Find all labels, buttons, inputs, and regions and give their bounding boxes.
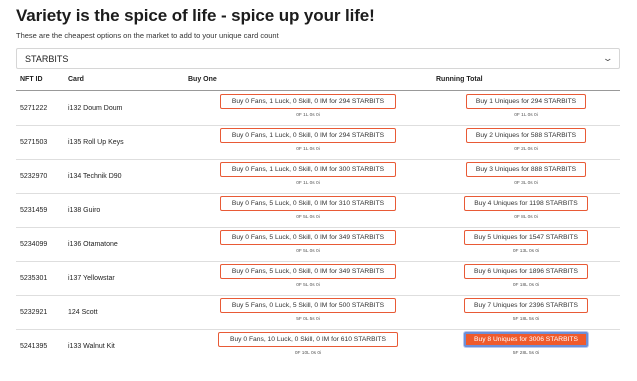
buy-one-summary: 0F 5L 0s 0i <box>296 249 320 254</box>
table-header: NFT ID Card Buy One Running Total <box>16 74 620 91</box>
buy-one-summary: 0F 5L 0s 0i <box>296 283 320 288</box>
nft-id-cell: 5241395 <box>20 343 48 350</box>
nft-id-cell: 5231459 <box>20 207 48 214</box>
buy-one-summary: 0F 1L 0s 0i <box>296 147 320 152</box>
running-total-summary: 0F 13L 0s 0i <box>512 249 540 254</box>
card-name-cell: i137 Yellowstar <box>68 275 115 282</box>
nft-id-cell: 5232921 <box>20 309 48 316</box>
header-nft-id: NFT ID <box>20 76 43 83</box>
buy-one-button[interactable]: Buy 0 Fans, 1 Luck, 0 Skill, 0 IM for 29… <box>220 128 396 143</box>
running-total-button[interactable]: Buy 4 Uniques for 1198 STARBITS <box>464 196 588 211</box>
running-total-button[interactable]: Buy 5 Uniques for 1547 STARBITS <box>464 230 588 245</box>
running-total-button[interactable]: Buy 7 Uniques for 2396 STARBITS <box>464 298 588 313</box>
table-row: 5271503 i135 Roll Up Keys Buy 0 Fans, 1 Lu… <box>16 125 620 160</box>
header-card: Card <box>68 76 84 83</box>
buy-one-button[interactable]: Buy 5 Fans, 0 Luck, 5 Skill, 0 IM for 50… <box>220 298 396 313</box>
nft-id-cell: 5234099 <box>20 241 48 248</box>
running-total-summary: 0F 18L 0s 0i <box>512 283 540 288</box>
table-row: 5235301 i137 Yellowstar Buy 0 Fans, 5 Luck… <box>16 261 620 296</box>
running-total-button[interactable]: Buy 3 Uniques for 888 STARBITS <box>466 162 586 177</box>
buy-one-button[interactable]: Buy 0 Fans, 5 Luck, 0 Skill, 0 IM for 34… <box>220 230 396 245</box>
chevron-down-icon: ⌄ <box>602 53 614 63</box>
table-row: 5271222 i132 Doum Doum Buy 0 Fans, 1 Luck,… <box>16 91 620 126</box>
table-row: 5241395 i133 Walnut Kit Buy 0 Fans, 10 Luc… <box>16 329 620 363</box>
table-row: 5232921 124 Scott Buy 5 Fans, 0 Luck, 5 Sk… <box>16 295 620 330</box>
nft-id-cell: 5271503 <box>20 139 48 146</box>
running-total-summary: 0F 8L 0s 0i <box>514 215 538 220</box>
buy-one-summary: 5F 0L 5s 0i <box>296 317 320 322</box>
card-name-cell: 124 Scott <box>68 309 98 316</box>
nft-id-cell: 5232970 <box>20 173 48 180</box>
nft-id-cell: 5271222 <box>20 105 48 112</box>
nft-id-cell: 5235301 <box>20 275 48 282</box>
running-total-summary: 0F 3L 0s 0i <box>514 181 538 186</box>
buy-one-summary: 0F 1L 0s 0i <box>296 181 320 186</box>
buy-one-button[interactable]: Buy 0 Fans, 5 Luck, 0 Skill, 0 IM for 31… <box>220 196 396 211</box>
card-name-cell: i133 Walnut Kit <box>68 343 115 350</box>
running-total-summary: 0F 2L 0s 0i <box>514 147 538 152</box>
buy-one-button[interactable]: Buy 0 Fans, 10 Luck, 0 Skill, 0 IM for 6… <box>218 332 398 347</box>
buy-one-summary: 0F 1L 0s 0i <box>296 113 320 118</box>
running-total-button[interactable]: Buy 8 Uniques for 3006 STARBITS <box>464 332 588 347</box>
running-total-summary: 5F 28L 5s 0i <box>512 351 540 356</box>
currency-select[interactable]: STARBITS ⌄ <box>16 48 620 69</box>
page: Variety is the spice of life - spice up … <box>0 0 637 381</box>
buy-one-button[interactable]: Buy 0 Fans, 5 Luck, 0 Skill, 0 IM for 34… <box>220 264 396 279</box>
card-name-cell: i136 Otamatone <box>68 241 118 248</box>
card-name-cell: i138 Guiro <box>68 207 101 214</box>
card-name-cell: i135 Roll Up Keys <box>68 139 124 146</box>
buy-one-button[interactable]: Buy 0 Fans, 1 Luck, 0 Skill, 0 IM for 29… <box>220 94 396 109</box>
table-row: 5231459 i138 Guiro Buy 0 Fans, 5 Luck, 0 S… <box>16 193 620 228</box>
header-running-total: Running Total <box>436 76 483 83</box>
buy-one-summary: 0F 10L 0s 0i <box>294 351 322 356</box>
running-total-button[interactable]: Buy 1 Uniques for 294 STARBITS <box>466 94 586 109</box>
table-row: 5232970 i134 Technik D90 Buy 0 Fans, 1 Luc… <box>16 159 620 194</box>
page-title: Variety is the spice of life - spice up … <box>16 6 375 25</box>
header-buy-one: Buy One <box>188 76 217 83</box>
running-total-button[interactable]: Buy 6 Uniques for 1896 STARBITS <box>464 264 588 279</box>
currency-select-value: STARBITS <box>25 53 69 64</box>
card-name-cell: i134 Technik D90 <box>68 173 122 180</box>
running-total-summary: 5F 18L 5s 0i <box>512 317 540 322</box>
buy-one-summary: 0F 5L 0s 0i <box>296 215 320 220</box>
running-total-button[interactable]: Buy 2 Uniques for 588 STARBITS <box>466 128 586 143</box>
table-row: 5234099 i136 Otamatone Buy 0 Fans, 5 Luck,… <box>16 227 620 262</box>
page-subtitle: These are the cheapest options on the ma… <box>16 31 279 40</box>
card-name-cell: i132 Doum Doum <box>68 105 123 112</box>
buy-one-button[interactable]: Buy 0 Fans, 1 Luck, 0 Skill, 0 IM for 30… <box>220 162 396 177</box>
running-total-summary: 0F 1L 0s 0i <box>514 113 538 118</box>
